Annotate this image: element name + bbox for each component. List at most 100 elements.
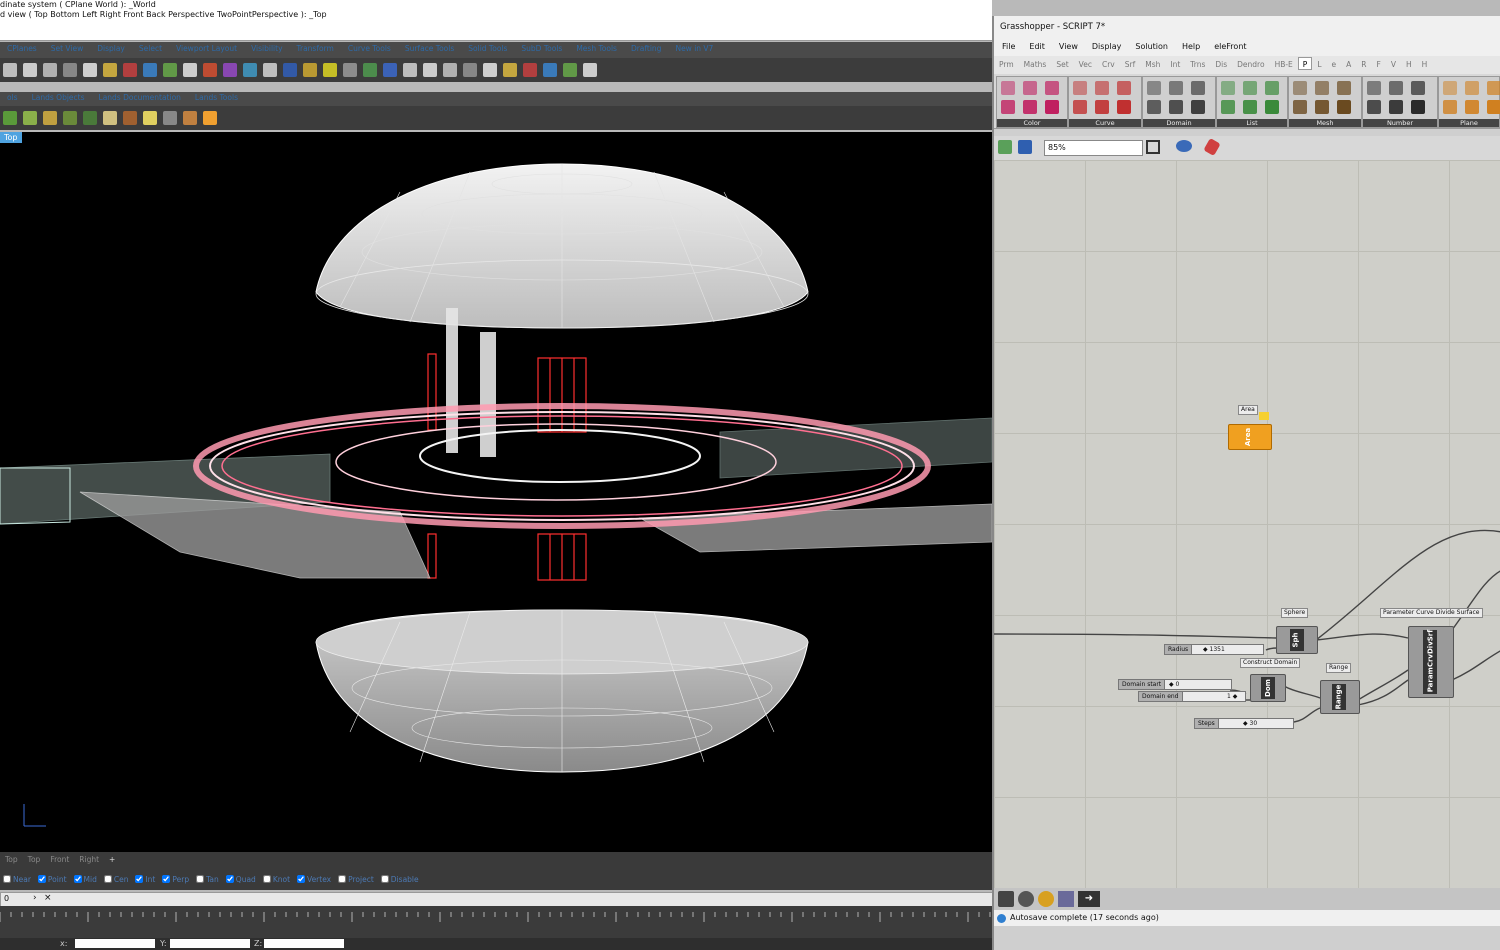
gh-menu-6[interactable]: eleFront xyxy=(1206,38,1252,51)
component-icon[interactable] xyxy=(1191,100,1205,114)
zoom-select[interactable]: 85% xyxy=(1044,140,1143,156)
bake-icon[interactable] xyxy=(998,891,1014,907)
target-icon[interactable] xyxy=(1018,891,1034,907)
toolbar-tool-icon[interactable] xyxy=(163,63,177,77)
toolbar-tab-6[interactable]: Transform xyxy=(290,42,341,53)
toolbar-tool-icon[interactable] xyxy=(363,63,377,77)
gh-tab-8[interactable]: Trns xyxy=(1185,56,1210,69)
component-icon[interactable] xyxy=(1243,81,1257,95)
toolbar-tab-2[interactable]: Display xyxy=(90,42,132,53)
gh-canvas[interactable]: Area Area Sphere Sph Radius ◆ 1351 Const… xyxy=(994,160,1500,888)
toolbar-tab-13[interactable]: New in V7 xyxy=(668,42,720,53)
toolbar-tool-icon[interactable] xyxy=(183,63,197,77)
component-icon[interactable] xyxy=(1265,81,1279,95)
component-icon[interactable] xyxy=(1487,81,1500,95)
osnap-6[interactable]: Tan xyxy=(196,875,219,884)
arrow-right-icon[interactable]: ➜ xyxy=(1078,891,1100,907)
toolbar-tab-1[interactable]: Set View xyxy=(44,42,91,53)
component-icon[interactable] xyxy=(1337,81,1351,95)
gh-tab-13[interactable]: L xyxy=(1312,56,1326,69)
plugin-icon[interactable] xyxy=(1038,891,1054,907)
component-icon[interactable] xyxy=(1001,81,1015,95)
gh-tab-9[interactable]: Dis xyxy=(1210,56,1232,69)
open-file-icon[interactable] xyxy=(998,140,1012,154)
toolbar-tool-icon[interactable] xyxy=(83,63,97,77)
osnap-7[interactable]: Quad xyxy=(225,875,256,884)
osnap-checkbox-11[interactable] xyxy=(380,875,389,883)
toolbar-tool-icon[interactable] xyxy=(563,63,577,77)
gh-tab-19[interactable]: H xyxy=(1401,56,1417,69)
component-icon[interactable] xyxy=(1443,100,1457,114)
preview-eye-icon[interactable] xyxy=(1176,140,1192,152)
gh-tab-11[interactable]: HB-E xyxy=(1270,56,1298,69)
component-icon[interactable] xyxy=(1265,100,1279,114)
osnap-5[interactable]: Perp xyxy=(162,875,189,884)
gh-tab-1[interactable]: Maths xyxy=(1019,56,1052,69)
toolbar-tool-icon[interactable] xyxy=(383,63,397,77)
component-icon[interactable] xyxy=(1169,81,1183,95)
osnap-8[interactable]: Knot xyxy=(262,875,290,884)
toolbar-tool-icon[interactable] xyxy=(303,63,317,77)
gh-tab-14[interactable]: e xyxy=(1327,56,1342,69)
plugin-tool-icon[interactable] xyxy=(3,111,17,125)
gh-menu-5[interactable]: Help xyxy=(1174,38,1206,51)
gh-menu-4[interactable]: Solution xyxy=(1127,38,1174,51)
coord-y-field[interactable] xyxy=(170,939,250,948)
toolbar-tab-8[interactable]: Surface Tools xyxy=(398,42,461,53)
osnap-checkbox-0[interactable] xyxy=(3,875,11,883)
component-icon[interactable] xyxy=(1315,81,1329,95)
coord-z-field[interactable] xyxy=(264,939,344,948)
gh-tab-7[interactable]: Int xyxy=(1165,56,1185,69)
gh-tab-0[interactable]: Prm xyxy=(994,56,1019,69)
toolbar-tool-icon[interactable] xyxy=(443,63,457,77)
viewport-tab-2[interactable]: Front xyxy=(45,852,74,867)
toolbar-tool-icon[interactable] xyxy=(403,63,417,77)
domain-start-slider[interactable]: Domain start ◆ 0 xyxy=(1118,679,1232,690)
toolbar-tool-icon[interactable] xyxy=(63,63,77,77)
component-icon[interactable] xyxy=(1073,81,1087,95)
osnap-4[interactable]: Int xyxy=(135,875,155,884)
component-icon[interactable] xyxy=(1147,100,1161,114)
osnap-0[interactable]: Near xyxy=(3,875,31,884)
viewport-tab-1[interactable]: Top xyxy=(23,852,46,867)
param-node[interactable]: ParamCrvDivSrf xyxy=(1408,626,1454,698)
toolbar-tab-5[interactable]: Visibility xyxy=(244,42,289,53)
plugin-tab-3[interactable]: Lands Tools xyxy=(188,92,245,103)
component-icon[interactable] xyxy=(1191,81,1205,95)
gh-tab-12[interactable]: P xyxy=(1297,57,1313,70)
component-icon[interactable] xyxy=(1023,100,1037,114)
toolbar-tool-icon[interactable] xyxy=(463,63,477,77)
toolbar-tool-icon[interactable] xyxy=(3,63,17,77)
osnap-11[interactable]: Disable xyxy=(380,875,419,884)
sphere-node[interactable]: Sph xyxy=(1276,626,1318,654)
toolbar-tool-icon[interactable] xyxy=(543,63,557,77)
osnap-checkbox-10[interactable] xyxy=(338,875,347,883)
osnap-checkbox-3[interactable] xyxy=(103,875,112,883)
timeline-value[interactable]: 0 xyxy=(4,894,9,903)
component-icon[interactable] xyxy=(1023,81,1037,95)
component-icon[interactable] xyxy=(1465,81,1479,95)
component-icon[interactable] xyxy=(1293,81,1307,95)
component-icon[interactable] xyxy=(1389,81,1403,95)
plugin-tool-icon[interactable] xyxy=(63,111,77,125)
toolbar-tool-icon[interactable] xyxy=(103,63,117,77)
osnap-10[interactable]: Project xyxy=(338,875,374,884)
toolbar-tab-3[interactable]: Select xyxy=(132,42,169,53)
osnap-checkbox-1[interactable] xyxy=(37,875,46,883)
toolbar-tab-10[interactable]: SubD Tools xyxy=(514,42,569,53)
component-icon[interactable] xyxy=(1117,81,1131,95)
plugin-tool-icon[interactable] xyxy=(83,111,97,125)
area-node[interactable]: Area xyxy=(1228,424,1272,450)
component-icon[interactable] xyxy=(1367,81,1381,95)
viewport-label[interactable]: Top xyxy=(0,132,22,143)
toolbar-tool-icon[interactable] xyxy=(283,63,297,77)
toolbar-tool-icon[interactable] xyxy=(483,63,497,77)
top-viewport[interactable]: Top xyxy=(0,132,992,852)
osnap-9[interactable]: Vertex xyxy=(297,875,331,884)
component-icon[interactable] xyxy=(1487,100,1500,114)
toolbar-tab-7[interactable]: Curve Tools xyxy=(341,42,398,53)
component-icon[interactable] xyxy=(1073,100,1087,114)
toolbar-tab-11[interactable]: Mesh Tools xyxy=(569,42,624,53)
plugin-tool-icon[interactable] xyxy=(183,111,197,125)
component-icon[interactable] xyxy=(1411,81,1425,95)
